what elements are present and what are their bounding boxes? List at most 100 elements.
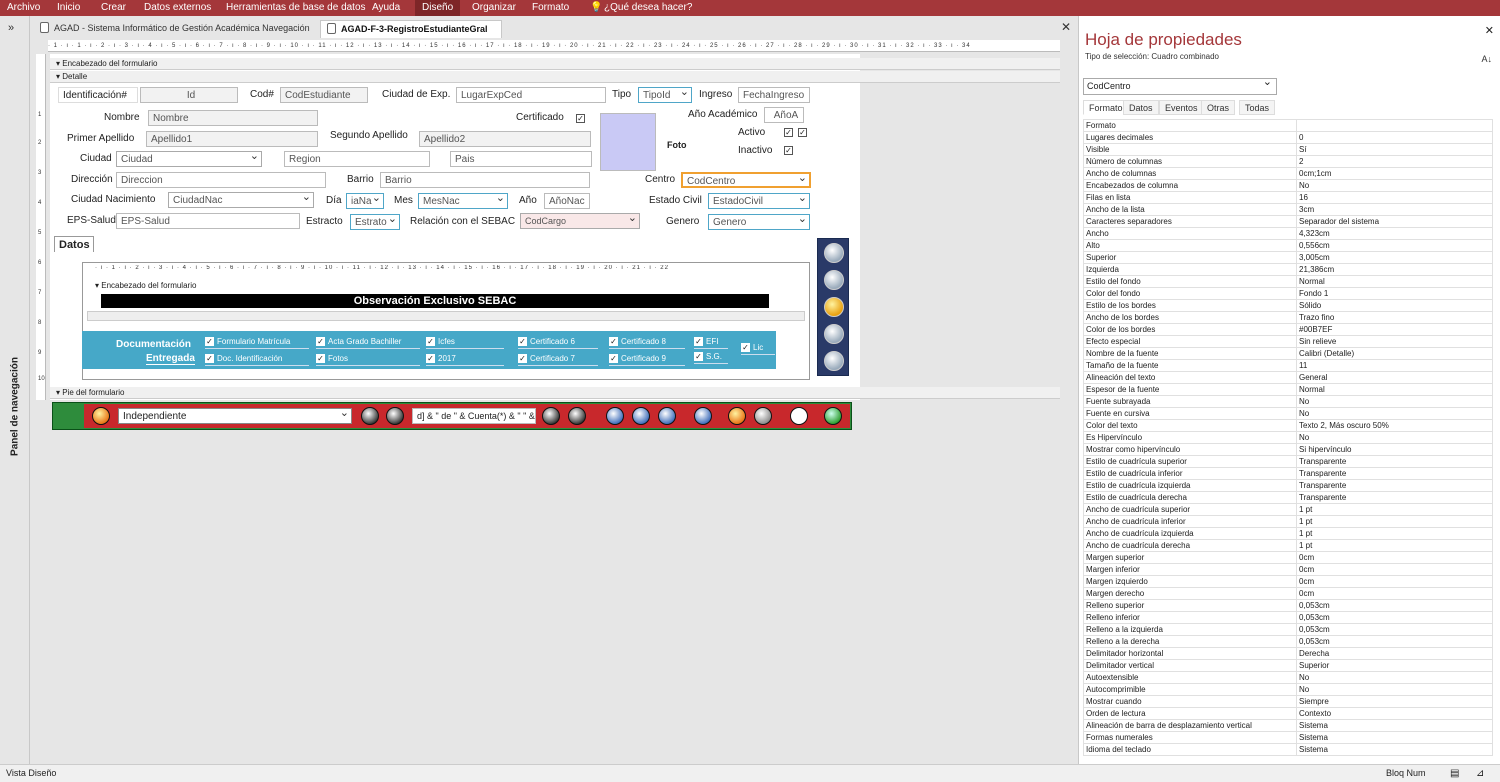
property-value[interactable]: Contexto bbox=[1296, 707, 1493, 720]
star-icon[interactable] bbox=[824, 297, 844, 317]
property-row[interactable]: Número de columnas 2 bbox=[1083, 155, 1493, 168]
label-ingreso[interactable]: Ingreso bbox=[699, 87, 733, 103]
property-value[interactable]: No bbox=[1296, 179, 1493, 192]
field-apellido2[interactable]: Apellido2 bbox=[419, 131, 591, 147]
property-row[interactable]: Estilo de cuadrícula inferior Transparent… bbox=[1083, 467, 1493, 480]
check-certificado-9[interactable]: Certificado 9 bbox=[609, 353, 685, 366]
property-value[interactable]: No bbox=[1296, 407, 1493, 420]
property-row[interactable]: Relleno a la izquierda 0,053cm bbox=[1083, 623, 1493, 636]
combo-cod-cargo[interactable]: CodCargo bbox=[520, 213, 640, 229]
label-segundo-apellido[interactable]: Segundo Apellido bbox=[330, 128, 408, 144]
save-icon[interactable] bbox=[824, 270, 844, 290]
refresh-icon[interactable] bbox=[728, 407, 746, 425]
property-value[interactable]: Transparente bbox=[1296, 479, 1493, 492]
property-row[interactable]: Visible Sí bbox=[1083, 143, 1493, 156]
tab-otras[interactable]: Otras bbox=[1201, 100, 1236, 115]
property-value[interactable]: 1 pt bbox=[1296, 539, 1493, 552]
property-row[interactable]: Lugares decimales 0 bbox=[1083, 131, 1493, 144]
combo-genero[interactable]: Genero bbox=[708, 214, 810, 230]
menu-archivo[interactable]: Archivo bbox=[7, 0, 40, 16]
field-pais[interactable]: Pais bbox=[450, 151, 592, 167]
property-row[interactable]: Ancho de la lista 3cm bbox=[1083, 203, 1493, 216]
label-anio-academico[interactable]: Año Académico bbox=[688, 107, 758, 123]
tab-datos[interactable]: Datos bbox=[1123, 100, 1159, 115]
exit-icon[interactable] bbox=[824, 407, 842, 425]
label-ciudad[interactable]: Ciudad bbox=[80, 151, 112, 167]
field-eps[interactable]: EPS-Salud bbox=[116, 213, 300, 229]
property-row[interactable]: Ancho de columnas 0cm;1cm bbox=[1083, 167, 1493, 180]
property-value[interactable]: 0,053cm bbox=[1296, 611, 1493, 624]
property-value[interactable]: Fondo 1 bbox=[1296, 287, 1493, 300]
property-row[interactable]: Idioma del teclado Sistema bbox=[1083, 743, 1493, 756]
property-value[interactable]: 16 bbox=[1296, 191, 1493, 204]
property-row[interactable]: Ancho de cuadrícula derecha 1 pt bbox=[1083, 539, 1493, 552]
property-row[interactable]: Izquierda 21,386cm bbox=[1083, 263, 1493, 276]
menu-ayuda[interactable]: Ayuda bbox=[372, 0, 400, 16]
check-acta-grado[interactable]: Acta Grado Bachiller bbox=[316, 336, 420, 349]
checkbox-activo-2[interactable]: ✓ bbox=[798, 128, 807, 137]
property-row[interactable]: Autocomprimible No bbox=[1083, 683, 1493, 696]
combo-ciudad[interactable]: Ciudad bbox=[116, 151, 262, 167]
tab-formato[interactable]: Formato bbox=[1083, 100, 1129, 115]
tab-navegacion[interactable]: AGAD - Sistema Informático de Gestión Ac… bbox=[34, 20, 316, 38]
property-value[interactable]: Si hipervínculo bbox=[1296, 443, 1493, 456]
combo-estado-civil[interactable]: EstadoCivil bbox=[708, 193, 810, 209]
selection-combo[interactable]: CodCentro bbox=[1083, 75, 1277, 95]
property-value[interactable] bbox=[1296, 119, 1493, 132]
label-relacion-sebac[interactable]: Relación con el SEBAC bbox=[410, 214, 516, 230]
label-tipo[interactable]: Tipo bbox=[612, 87, 632, 103]
combo-dia[interactable]: iaNa bbox=[346, 193, 384, 209]
property-row[interactable]: Estilo de cuadrícula izquierda Transparen… bbox=[1083, 479, 1493, 492]
property-value[interactable]: 2 bbox=[1296, 155, 1493, 168]
label-barrio[interactable]: Barrio bbox=[347, 172, 374, 188]
property-value[interactable]: Sin relieve bbox=[1296, 335, 1493, 348]
expand-nav-icon[interactable]: » bbox=[8, 22, 14, 34]
property-row[interactable]: Ancho de cuadrícula inferior 1 pt bbox=[1083, 515, 1493, 528]
property-row[interactable]: Margen derecho 0cm bbox=[1083, 587, 1493, 600]
tell-me-search[interactable]: ¿Qué desea hacer? bbox=[604, 0, 692, 16]
new-record-icon[interactable] bbox=[632, 407, 650, 425]
tab-todas[interactable]: Todas bbox=[1239, 100, 1276, 115]
label-estado-civil[interactable]: Estado Civil bbox=[649, 193, 702, 209]
property-value[interactable]: Siempre bbox=[1296, 695, 1493, 708]
property-value[interactable]: No bbox=[1296, 671, 1493, 684]
property-row[interactable]: Estilo del fondo Normal bbox=[1083, 275, 1493, 288]
property-row[interactable]: Color del fondo Fondo 1 bbox=[1083, 287, 1493, 300]
property-value[interactable]: Transparente bbox=[1296, 455, 1493, 468]
check-doc-identificacion[interactable]: Doc. Identificación bbox=[205, 353, 309, 366]
menu-inicio[interactable]: Inicio bbox=[57, 0, 80, 16]
menu-diseno[interactable]: Diseño bbox=[415, 0, 461, 16]
property-value[interactable]: 0cm bbox=[1296, 575, 1493, 588]
property-value[interactable]: Texto 2, Más oscuro 50% bbox=[1296, 419, 1493, 432]
property-value[interactable]: Superior bbox=[1296, 659, 1493, 672]
check-certificado-7[interactable]: Certificado 7 bbox=[518, 353, 598, 366]
smile-icon[interactable] bbox=[92, 407, 110, 425]
tab-eventos[interactable]: Eventos bbox=[1159, 100, 1204, 115]
property-value[interactable]: 1 pt bbox=[1296, 527, 1493, 540]
combo-estrato[interactable]: Estrato bbox=[350, 214, 400, 230]
label-nombre[interactable]: Nombre bbox=[104, 110, 140, 126]
property-value[interactable]: Transparente bbox=[1296, 491, 1493, 504]
property-row[interactable]: Color del texto Texto 2, Más oscuro 50% bbox=[1083, 419, 1493, 432]
tab-registro[interactable]: AGAD-F-3-RegistroEstudianteGral bbox=[320, 20, 502, 38]
label-centro[interactable]: Centro bbox=[645, 172, 676, 188]
subform-scrollbar[interactable] bbox=[87, 311, 805, 321]
property-row[interactable]: Estilo de los bordes Sólido bbox=[1083, 299, 1493, 312]
property-row[interactable]: Margen izquierdo 0cm bbox=[1083, 575, 1493, 588]
print-icon[interactable] bbox=[824, 243, 844, 263]
property-row[interactable]: Orden de lectura Contexto bbox=[1083, 707, 1493, 720]
section-detail-bar[interactable]: ▾ Detalle bbox=[50, 71, 1060, 83]
checkbox-inactivo[interactable]: ✓ bbox=[784, 146, 793, 155]
check-certificado-6[interactable]: Certificado 6 bbox=[518, 336, 598, 349]
property-value[interactable]: Sistema bbox=[1296, 731, 1493, 744]
menu-formato[interactable]: Formato bbox=[532, 0, 569, 16]
checkbox-activo-1[interactable]: ✓ bbox=[784, 128, 793, 137]
property-value[interactable]: 0,053cm bbox=[1296, 635, 1493, 648]
field-barrio[interactable]: Barrio bbox=[380, 172, 590, 188]
property-value[interactable]: 0,053cm bbox=[1296, 599, 1493, 612]
label-ciudad-nacimiento[interactable]: Ciudad Nacimiento bbox=[71, 192, 156, 208]
edit-icon[interactable] bbox=[824, 351, 844, 371]
label-cod[interactable]: Cod# bbox=[250, 87, 274, 103]
property-value[interactable]: No bbox=[1296, 431, 1493, 444]
sitemap-icon[interactable] bbox=[790, 407, 808, 425]
